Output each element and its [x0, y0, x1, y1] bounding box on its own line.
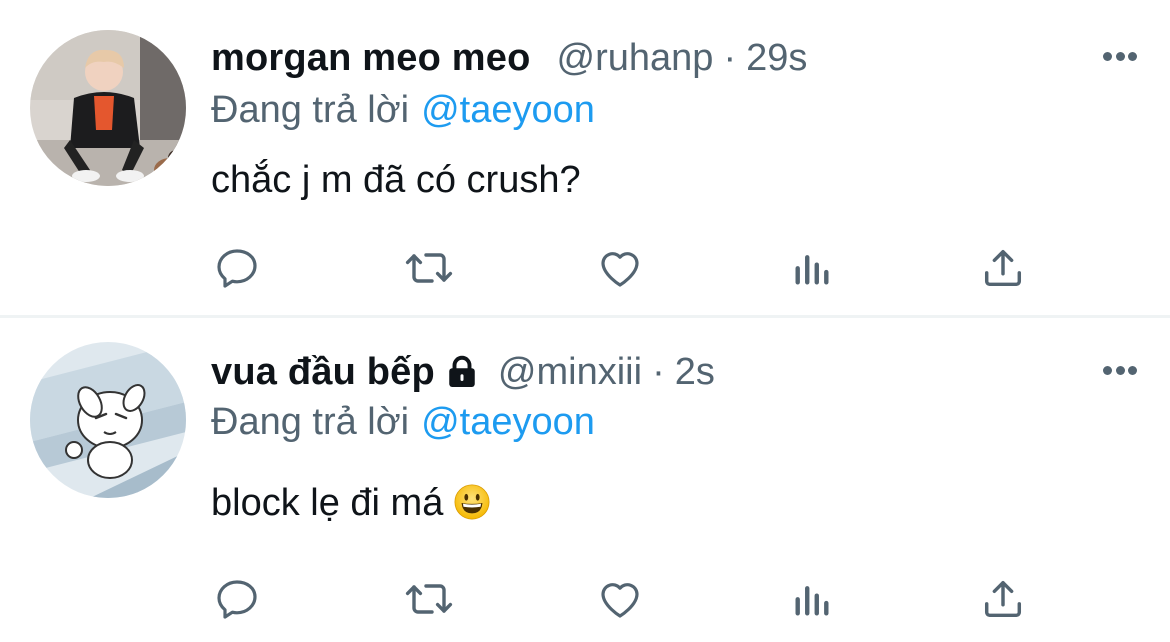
- reply-prefix: Đang trả lời: [211, 89, 410, 131]
- more-options-icon[interactable]: [1100, 44, 1140, 68]
- replying-to: Đang trả lời @taeyoon: [211, 400, 595, 444]
- timestamp[interactable]: 29s: [746, 36, 807, 80]
- grinning-face-emoji: [454, 484, 490, 520]
- author-handle[interactable]: @minxiii: [498, 350, 642, 394]
- replying-to: Đang trả lời @taeyoon: [211, 88, 595, 132]
- tweet-header: morgan meo meo @ruhanp · 29s: [211, 36, 807, 80]
- tweet-text: block lẹ đi má: [211, 482, 444, 524]
- reply-icon: [217, 249, 257, 288]
- timestamp[interactable]: 2s: [675, 350, 715, 394]
- cartoon-dog-avatar: [30, 342, 186, 498]
- action-bar: [0, 240, 1170, 296]
- retweet-button[interactable]: [401, 571, 457, 627]
- lock-icon: [449, 355, 475, 387]
- like-button[interactable]: [592, 571, 648, 627]
- like-icon: [601, 583, 639, 618]
- share-button[interactable]: [975, 571, 1031, 627]
- like-icon: [601, 252, 639, 287]
- avatar[interactable]: [30, 342, 186, 498]
- share-icon: [984, 580, 1022, 618]
- share-icon: [984, 249, 1022, 287]
- retweet-icon: [405, 584, 453, 614]
- author-name[interactable]: vua đầu bếp: [211, 350, 435, 394]
- views-button[interactable]: [784, 240, 840, 296]
- share-button[interactable]: [975, 240, 1031, 296]
- tweet[interactable]: morgan meo meo @ruhanp · 29s Đang trả lờ…: [0, 0, 1170, 316]
- separator-dot: ·: [723, 37, 737, 79]
- author-handle[interactable]: @ruhanp: [557, 36, 714, 80]
- separator-dot: ·: [652, 351, 665, 393]
- author-name[interactable]: morgan meo meo: [211, 36, 531, 80]
- tweet[interactable]: vua đầu bếp @minxiii · 2s Đang trả lời @t…: [0, 318, 1170, 642]
- reply-icon: [217, 580, 257, 619]
- action-bar: [0, 571, 1170, 627]
- tweet-header: vua đầu bếp @minxiii · 2s: [211, 350, 715, 394]
- reply-button[interactable]: [209, 571, 265, 627]
- tweet-text: chắc j m đã có crush?: [211, 159, 581, 201]
- tweet-text-container: block lẹ đi má: [211, 480, 491, 526]
- views-button[interactable]: [784, 571, 840, 627]
- retweet-icon: [405, 253, 453, 283]
- retweet-button[interactable]: [401, 240, 457, 296]
- reply-mention-link[interactable]: @taeyoon: [421, 401, 595, 443]
- person-photo-avatar: [30, 30, 186, 186]
- more-options-icon[interactable]: [1100, 358, 1140, 382]
- views-icon: [795, 586, 829, 616]
- reply-prefix: Đang trả lời: [211, 401, 410, 443]
- views-icon: [795, 255, 829, 285]
- reply-button[interactable]: [209, 240, 265, 296]
- reply-mention-link[interactable]: @taeyoon: [421, 89, 595, 131]
- like-button[interactable]: [592, 240, 648, 296]
- avatar[interactable]: [30, 30, 186, 186]
